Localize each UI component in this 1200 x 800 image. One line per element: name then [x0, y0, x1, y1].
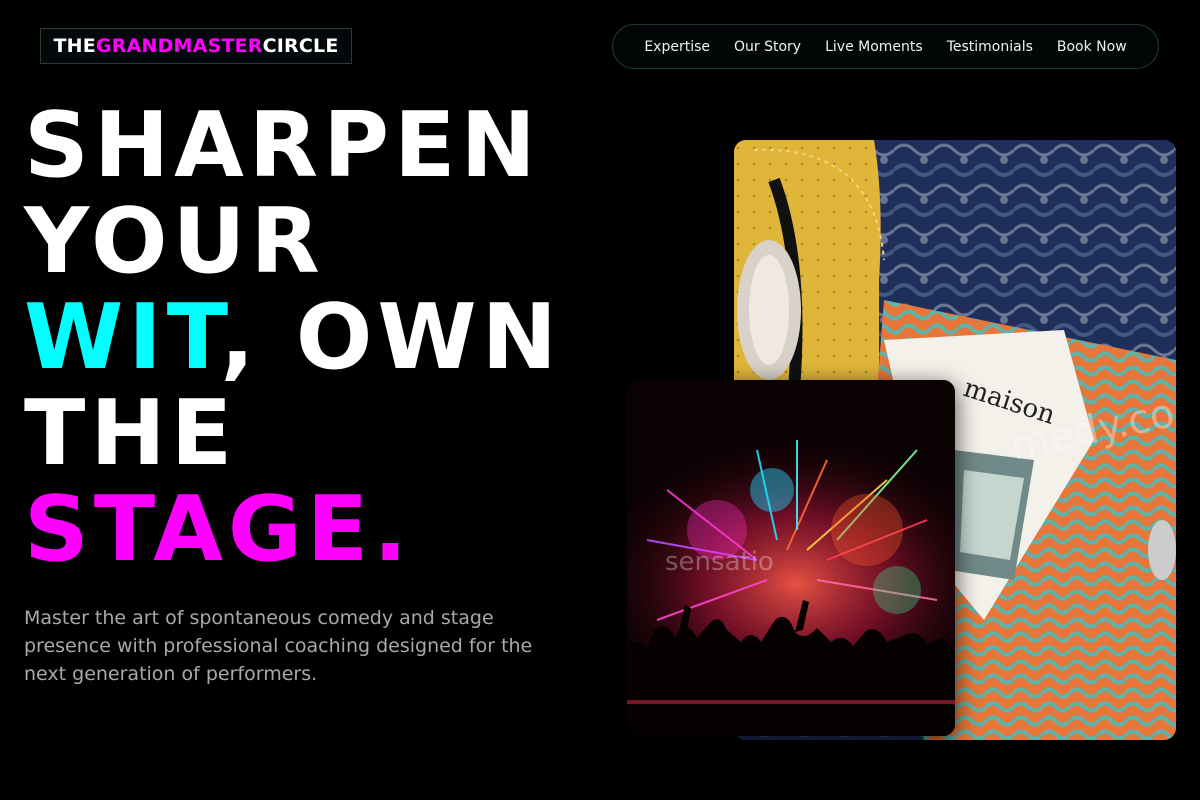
photo-fireworks-crowd: sensatio — [627, 380, 955, 736]
headline-line-1: SHARPEN — [24, 93, 541, 198]
nav-link-live-moments[interactable]: Live Moments — [825, 39, 923, 55]
brand-logo-part-3: CIRCLE — [262, 35, 339, 57]
nav-link-book-now[interactable]: Book Now — [1057, 39, 1127, 55]
watermark-front: sensatio — [665, 547, 774, 577]
photo-fireworks-illustration: sensatio — [627, 380, 955, 736]
headline-highlight-wit: WIT — [24, 285, 221, 390]
headline-line-2: YOUR — [24, 189, 325, 294]
hero-headline: SHARPEN YOUR WIT, OWN THE STAGE. — [24, 98, 562, 578]
nav-link-testimonials[interactable]: Testimonials — [947, 39, 1033, 55]
main-nav: Expertise Our Story Live Moments Testimo… — [612, 24, 1159, 69]
hero-subtitle: Master the art of spontaneous comedy and… — [24, 607, 533, 685]
headline-line-5: STAGE. — [24, 477, 413, 582]
headline-line-3-rest: , OWN — [220, 285, 562, 390]
brand-logo[interactable]: THE GRANDMASTER CIRCLE — [40, 28, 352, 64]
headline-line-4: THE — [24, 381, 238, 486]
headline-line-3: WIT, OWN — [24, 290, 562, 386]
brand-logo-part-1: THE — [53, 35, 96, 57]
nav-link-expertise[interactable]: Expertise — [644, 39, 710, 55]
nav-link-our-story[interactable]: Our Story — [734, 39, 801, 55]
brand-logo-part-2: GRANDMASTER — [95, 35, 263, 57]
